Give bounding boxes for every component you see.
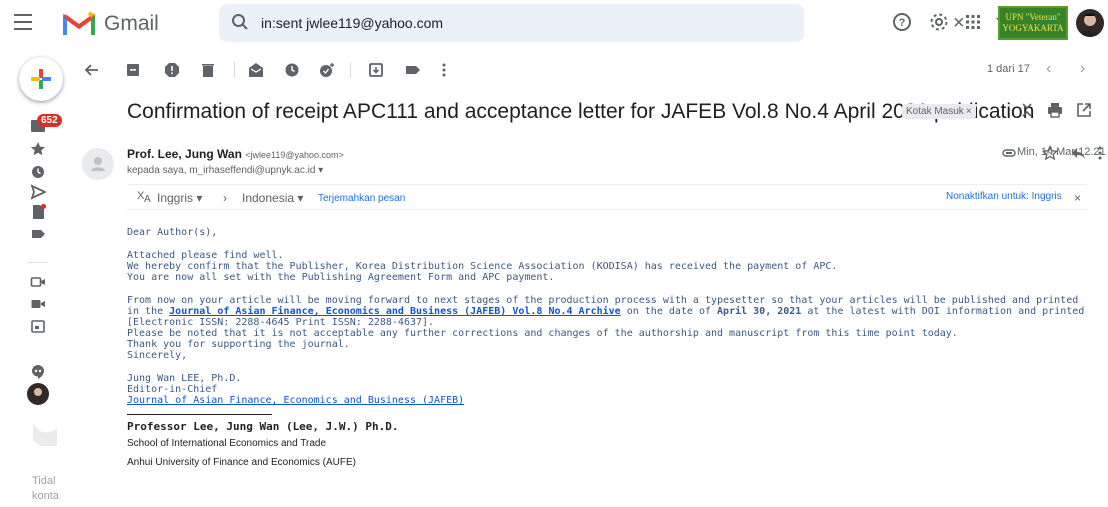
drafts-icon[interactable]	[30, 204, 46, 220]
meet-video-icon[interactable]	[30, 274, 46, 290]
svg-text:?: ?	[899, 17, 906, 29]
star-icon[interactable]	[1040, 143, 1060, 163]
label-icon[interactable]	[30, 226, 46, 242]
compose-button[interactable]	[19, 57, 63, 101]
sender-line: Prof. Lee, Jung Wan <jwlee119@yahoo.com>	[127, 147, 344, 161]
help-icon[interactable]: ?	[891, 11, 913, 33]
older-chevron-icon[interactable]: ›	[1080, 60, 1085, 78]
signature-university: Anhui University of Finance and Economic…	[127, 457, 356, 468]
recipients-dropdown[interactable]: kepada saya, m_irhaseffendi@upnyk.ac.id …	[127, 165, 323, 176]
account-avatar[interactable]	[1076, 9, 1104, 37]
body-paragraph: Attached please find well.	[127, 250, 284, 261]
sender-avatar[interactable]	[82, 148, 114, 180]
toolbar-separator	[350, 62, 351, 78]
pagination-text: 1 dari 17	[987, 63, 1030, 75]
brand-name[interactable]: Gmail	[104, 12, 159, 36]
target-language-dropdown[interactable]: Indonesia ▾	[242, 191, 303, 205]
arrow-right-icon: ›	[223, 191, 227, 205]
recipients-text: kepada saya, m_irhaseffendi@upnyk.ac.id	[127, 165, 316, 176]
journal-link[interactable]: Journal of Asian Finance, Economics and …	[127, 395, 464, 406]
main-menu-icon[interactable]	[14, 14, 32, 30]
new-meeting-icon[interactable]	[30, 296, 46, 312]
snooze-clock-icon[interactable]	[282, 60, 302, 80]
signature-school: School of International Economics and Tr…	[127, 438, 327, 449]
sender-email: <jwlee119@yahoo.com>	[245, 150, 344, 160]
sent-icon[interactable]	[30, 184, 46, 200]
hangouts-empty-text-2: konta	[32, 490, 59, 502]
body-paragraph-publication: From now on your article will be moving …	[127, 295, 1087, 328]
body-paragraph: Please be noted that it is not acceptabl…	[127, 328, 958, 339]
body-paragraph: You are now all set with the Publishing …	[127, 272, 555, 283]
report-spam-icon[interactable]	[162, 60, 182, 80]
signature-full-name: Professor Lee, Jung Wan (Lee, J.W.) Ph.D…	[127, 420, 399, 433]
inbox-count-badge: 652	[37, 114, 62, 127]
email-body: Dear Author(s), Attached please find wel…	[127, 227, 1087, 468]
add-to-tasks-icon[interactable]	[317, 60, 337, 80]
newer-chevron-icon[interactable]: ‹	[1046, 60, 1051, 78]
organization-logo[interactable]: UPN "Veteran" YOGYAKARTA	[998, 6, 1068, 40]
apps-grid-icon[interactable]	[962, 11, 984, 33]
target-language: Indonesia	[242, 191, 295, 205]
search-bar[interactable]: ×	[219, 4, 1006, 42]
top-bar: Gmail × ? UPN "Veteran" YOGYAKARTA	[0, 0, 1108, 48]
search-input[interactable]	[261, 11, 721, 35]
search-icon[interactable]	[231, 13, 249, 31]
labels-icon[interactable]	[403, 60, 423, 80]
disable-translation-link[interactable]: Nonaktifkan untuk: Inggris	[946, 191, 1062, 202]
gmail-logo-icon[interactable]	[63, 11, 95, 35]
contact-avatar[interactable]	[27, 383, 49, 405]
p4-mid: on the date of	[620, 306, 718, 317]
hangouts-empty-text-1: Tidal	[32, 475, 56, 487]
more-options-icon[interactable]	[434, 60, 454, 80]
hangouts-placeholder-icon	[33, 416, 57, 446]
rail-divider	[28, 262, 48, 263]
calendar-icon[interactable]	[30, 318, 46, 334]
signature-divider	[127, 414, 272, 415]
inbox-label-chip[interactable]: Kotak Masuk ×	[902, 104, 976, 119]
body-paragraph: Thank you for supporting the journal.	[127, 339, 350, 350]
publication-date: April 30, 2021	[717, 306, 802, 317]
signature-title: Editor-in-Chief	[127, 384, 218, 395]
body-paragraph: We hereby confirm that the Publisher, Ko…	[127, 261, 838, 272]
source-language: Inggris	[157, 191, 194, 205]
remove-label-icon[interactable]: ×	[966, 106, 972, 117]
reply-icon[interactable]	[1068, 143, 1088, 163]
translate-icon: XA	[137, 189, 153, 206]
body-paragraph: Sincerely,	[127, 350, 188, 361]
open-new-window-icon[interactable]	[1074, 100, 1094, 120]
translation-bar: XA Inggris ▾ › Indonesia ▾ Terjemahkan p…	[127, 184, 1087, 210]
org-logo-line1: UPN "Veteran"	[1005, 12, 1061, 22]
greeting: Dear Author(s),	[127, 227, 218, 238]
toolbar-separator	[234, 62, 235, 78]
signature-name: Jung Wan LEE, Ph.D.	[127, 373, 242, 384]
close-translation-icon[interactable]: ×	[1074, 191, 1081, 205]
back-arrow-icon[interactable]	[82, 60, 102, 80]
journal-archive-link[interactable]: Journal of Asian Finance, Economics and …	[169, 306, 621, 317]
starred-icon[interactable]	[30, 141, 46, 157]
hangouts-icon[interactable]	[30, 364, 46, 380]
attachment-icon	[1001, 143, 1017, 163]
settings-gear-icon[interactable]	[928, 11, 950, 33]
org-logo-line2: YOGYAKARTA	[1002, 23, 1064, 33]
sender-name[interactable]: Prof. Lee, Jung Wan	[127, 147, 242, 161]
label-chip-text: Kotak Masuk	[906, 106, 964, 117]
email-subject: Confirmation of receipt APC111 and accep…	[127, 100, 1035, 123]
message-more-icon[interactable]	[1090, 143, 1108, 163]
translate-message-link[interactable]: Terjemahkan pesan	[318, 193, 405, 204]
print-icon[interactable]	[1045, 100, 1065, 120]
archive-icon[interactable]	[123, 60, 143, 80]
svg-text:A: A	[144, 194, 151, 203]
mark-unread-icon[interactable]	[246, 60, 266, 80]
expand-all-icon[interactable]	[1017, 100, 1037, 120]
snoozed-clock-icon[interactable]	[30, 164, 46, 180]
delete-trash-icon[interactable]	[198, 60, 218, 80]
source-language-dropdown[interactable]: Inggris ▾	[157, 191, 202, 205]
move-to-icon[interactable]	[366, 60, 386, 80]
